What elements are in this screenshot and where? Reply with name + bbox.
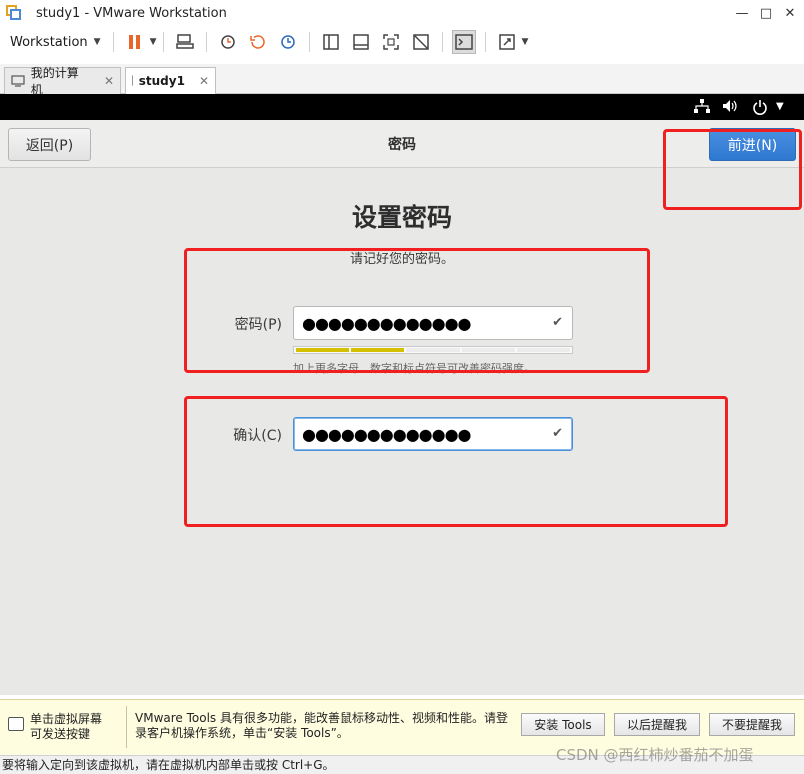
tab-bar: 我的计算机 ✕ study1 ✕ — [0, 64, 804, 97]
never-remind-button[interactable]: 不要提醒我 — [709, 713, 795, 736]
keyboard-icon — [175, 34, 194, 49]
workstation-menu[interactable]: Workstation ▼ — [10, 35, 101, 50]
chevron-down-icon: ▼ — [93, 37, 101, 47]
tab-label: 我的计算机 — [30, 66, 79, 97]
close-button[interactable]: ✕ — [776, 0, 804, 26]
install-tools-button[interactable]: 安装 Tools — [521, 713, 605, 736]
back-button[interactable]: 返回(P) — [8, 128, 91, 161]
tab-close-icon[interactable]: ✕ — [104, 74, 114, 88]
snapshot-manager-icon — [280, 35, 295, 49]
unity-disabled-icon — [412, 34, 429, 50]
notify-hint-line1: 单击虚拟屏幕 — [30, 712, 103, 726]
stretch-button[interactable] — [495, 30, 519, 54]
notify-hint-line2: 可发送按键 — [30, 727, 91, 741]
thumbnail-bar-button[interactable] — [349, 30, 373, 54]
window-title: study1 - VMware Workstation — [36, 5, 227, 21]
revert-icon — [249, 35, 265, 49]
notify-message: VMware Tools 具有很多功能，能改善鼠标移动性、视频和性能。请登录客户… — [135, 711, 508, 740]
thumbnail-panel-icon — [352, 34, 369, 50]
vm-running-icon — [132, 75, 133, 86]
terminal-icon — [454, 34, 473, 50]
full-screen-button[interactable] — [379, 30, 403, 54]
notify-hint-text: 单击虚拟屏幕 可发送按键 — [30, 712, 102, 742]
pause-icon — [128, 35, 140, 49]
console-view-button[interactable] — [451, 30, 476, 54]
library-panel-icon — [322, 34, 339, 50]
power-menu-chevron-icon[interactable]: ▼ — [776, 101, 784, 112]
tab-label: study1 — [138, 74, 185, 88]
workstation-menu-label: Workstation — [10, 34, 88, 50]
vmware-logo-icon — [6, 5, 22, 21]
monitor-icon — [11, 75, 25, 87]
stretch-icon — [498, 34, 515, 50]
highlight-box-password — [184, 248, 650, 373]
vm-guest-topbar: ▼ — [0, 94, 804, 120]
main-toolbar: Workstation ▼ ▼ ▼ — [0, 26, 804, 58]
snapshot-manager-button[interactable] — [276, 30, 300, 54]
show-library-button[interactable] — [319, 30, 343, 54]
tab-my-computer[interactable]: 我的计算机 ✕ — [4, 66, 121, 97]
highlight-box-next — [663, 129, 802, 210]
send-ctrl-alt-del-button[interactable] — [173, 30, 197, 54]
toolbar-divider — [205, 32, 207, 52]
fullscreen-icon — [382, 34, 399, 50]
toolbar-divider — [441, 32, 443, 52]
remind-later-button[interactable]: 以后提醒我 — [614, 713, 700, 736]
tab-study1[interactable]: study1 ✕ — [125, 67, 216, 94]
pause-button[interactable] — [123, 30, 147, 54]
tab-close-icon[interactable]: ✕ — [199, 74, 209, 88]
page-title: 密码 — [388, 137, 416, 153]
snapshot-button[interactable] — [216, 30, 240, 54]
highlight-box-confirm — [184, 396, 728, 527]
csdn-watermark: CSDN @西红柿炒番茄不加蛋 — [556, 746, 754, 764]
revert-snapshot-button[interactable] — [246, 30, 270, 54]
toolbar-divider — [112, 32, 114, 52]
toolbar-divider — [162, 32, 164, 52]
network-icon[interactable] — [694, 99, 710, 117]
toolbar-divider — [308, 32, 310, 52]
notify-divider — [126, 706, 127, 748]
toolbar-divider — [484, 32, 486, 52]
stretch-dropdown-icon[interactable]: ▼ — [522, 37, 529, 47]
volume-icon[interactable] — [722, 99, 738, 117]
keyboard-hint-icon — [8, 717, 24, 731]
power-icon[interactable] — [752, 99, 768, 119]
snapshot-clock-icon — [220, 35, 235, 49]
title-bar: study1 - VMware Workstation — □ ✕ — [0, 0, 804, 26]
pause-dropdown-icon[interactable]: ▼ — [150, 37, 157, 47]
unity-button[interactable] — [409, 30, 433, 54]
